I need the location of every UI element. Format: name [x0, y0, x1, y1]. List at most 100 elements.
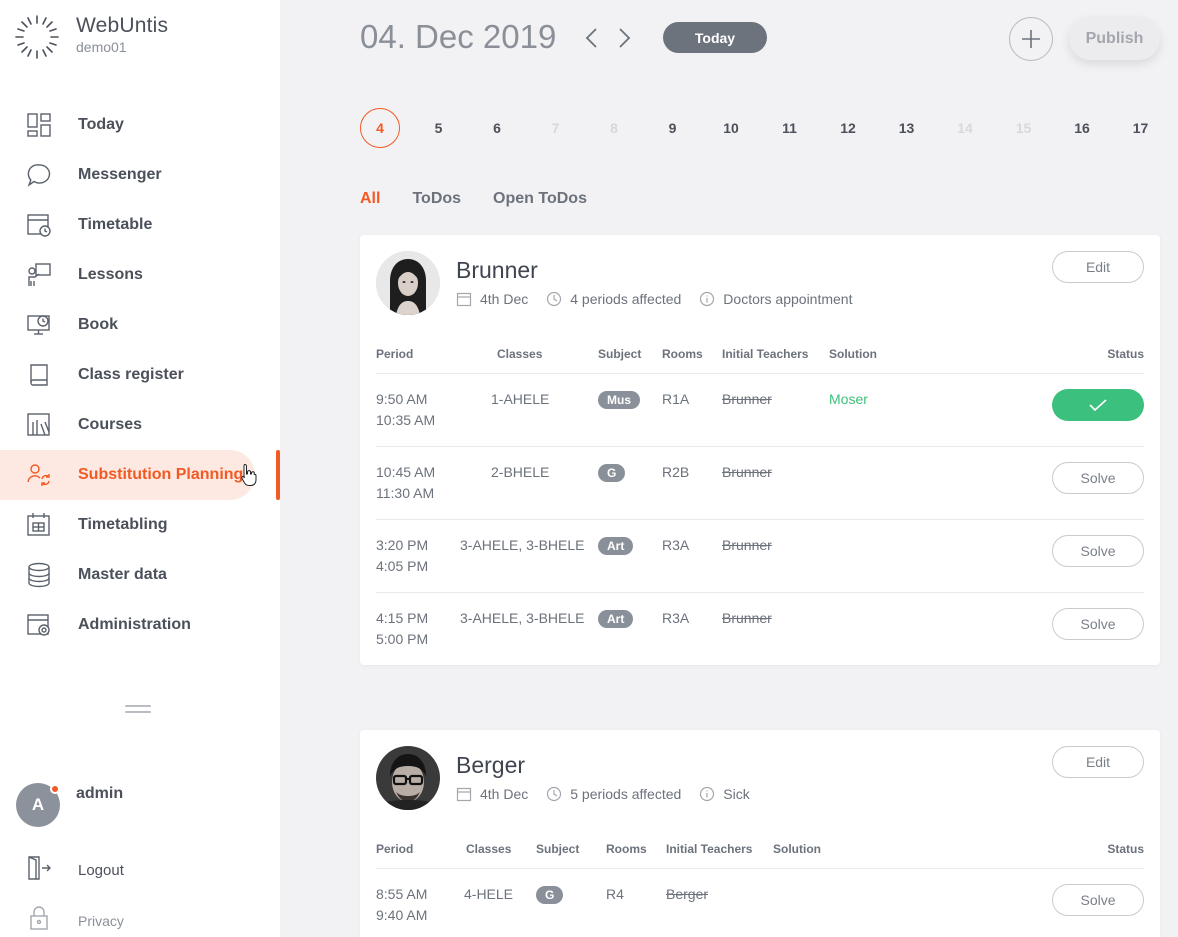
- nav-item-courses[interactable]: Courses: [0, 400, 280, 450]
- user-swap-icon: [26, 462, 52, 488]
- period-start: 9:50 AM: [376, 391, 428, 407]
- day-5[interactable]: 5: [419, 108, 459, 148]
- day-16[interactable]: 16: [1062, 108, 1102, 148]
- row-divider: [376, 592, 1144, 593]
- book-icon: [26, 362, 52, 388]
- nav-item-timetabling[interactable]: Timetabling: [0, 500, 280, 550]
- chat-bubble-icon: [26, 162, 52, 188]
- subject-badge: Art: [598, 537, 634, 555]
- tab-todos[interactable]: ToDos: [412, 190, 461, 208]
- period-start: 10:45 AM: [376, 464, 436, 480]
- checkmark-icon: [1089, 399, 1107, 412]
- chevron-right-icon[interactable]: [614, 26, 634, 50]
- absence-meta: 4th Dec 5 periods affected Sick: [456, 786, 768, 802]
- absence-reason: Sick: [723, 786, 750, 802]
- period-start: 4:15 PM: [376, 610, 429, 626]
- nav-item-book[interactable]: Book: [0, 300, 280, 350]
- nav-label: Substitution Planning: [78, 466, 244, 483]
- collapse-handle[interactable]: [125, 705, 151, 717]
- day-6[interactable]: 6: [477, 108, 517, 148]
- solved-status-button[interactable]: [1052, 389, 1144, 421]
- avatar: A: [16, 783, 60, 827]
- column-header-classes: Classes: [466, 842, 512, 856]
- lock-icon: [26, 905, 52, 936]
- nav-label: Book: [78, 316, 118, 333]
- classes-cell: 4-HELE: [464, 886, 514, 902]
- period-end: 9:40 AM: [376, 907, 428, 923]
- today-button[interactable]: Today: [663, 22, 767, 53]
- notification-dot: [50, 784, 60, 794]
- nav-item-class-register[interactable]: Class register: [0, 350, 280, 400]
- day-7[interactable]: 7: [536, 108, 576, 148]
- edit-button[interactable]: Edit: [1052, 251, 1144, 283]
- periods-affected: 4 periods affected: [570, 291, 682, 307]
- edit-button[interactable]: Edit: [1052, 746, 1144, 778]
- period-end: 5:00 PM: [376, 631, 429, 647]
- nav-label: Timetabling: [78, 516, 168, 533]
- room-cell: R4: [606, 886, 624, 902]
- nav-item-messenger[interactable]: Messenger: [0, 150, 280, 200]
- nav-item-administration[interactable]: Administration: [0, 600, 280, 650]
- absence-reason: Doctors appointment: [723, 291, 853, 307]
- solve-button[interactable]: Solve: [1052, 884, 1144, 916]
- classes-cell: 3-AHELE, 3-BHELE: [460, 537, 585, 553]
- chevron-left-icon[interactable]: [582, 26, 602, 50]
- solve-button[interactable]: Solve: [1052, 462, 1144, 494]
- nav-item-substitution-planning[interactable]: Substitution Planning: [0, 450, 280, 500]
- privacy-link[interactable]: Privacy: [26, 905, 124, 936]
- plus-icon: [1022, 30, 1040, 48]
- nav-item-today[interactable]: Today: [0, 100, 280, 150]
- classes-cell: 3-AHELE, 3-BHELE: [460, 610, 585, 626]
- hand-cursor-icon: [241, 463, 257, 486]
- room-cell: R2B: [662, 464, 690, 480]
- nav-label: Messenger: [78, 166, 162, 183]
- logout-icon: [26, 855, 52, 886]
- solve-button[interactable]: Solve: [1052, 535, 1144, 567]
- solve-button[interactable]: Solve: [1052, 608, 1144, 640]
- user-name: admin: [76, 785, 124, 802]
- column-header-initial-teachers: Initial Teachers: [722, 347, 809, 361]
- day-10[interactable]: 10: [711, 108, 751, 148]
- tab-open-todos[interactable]: Open ToDos: [493, 190, 587, 208]
- periods-affected: 5 periods affected: [570, 786, 682, 802]
- teacher-photo: [376, 746, 440, 810]
- room-cell: R3A: [662, 537, 690, 553]
- day-11[interactable]: 11: [770, 108, 810, 148]
- day-17[interactable]: 17: [1121, 108, 1161, 148]
- day-9[interactable]: 9: [653, 108, 693, 148]
- nav-label: Administration: [78, 616, 191, 633]
- brand[interactable]: WebUntis demo01: [14, 14, 168, 60]
- column-header-solution: Solution: [829, 347, 877, 361]
- period-end: 4:05 PM: [376, 558, 429, 574]
- nav-label: Class register: [78, 366, 184, 383]
- absence-card: Brunner 4th Dec 4 periods affected Docto…: [360, 235, 1160, 665]
- solution-cell[interactable]: Moser: [829, 389, 868, 410]
- logout-link[interactable]: Logout: [26, 855, 124, 886]
- day-13[interactable]: 13: [887, 108, 927, 148]
- teacher-name: Berger: [456, 752, 526, 778]
- publish-button[interactable]: Publish: [1069, 17, 1160, 60]
- nav-item-lessons[interactable]: Lessons: [0, 250, 280, 300]
- monitor-clock-icon: [26, 312, 52, 338]
- tab-all[interactable]: All: [360, 190, 380, 208]
- initial-teacher-cell: Berger: [666, 886, 709, 902]
- column-header-status: Status: [1107, 347, 1144, 361]
- absence-card: Berger 4th Dec 5 periods affected Sick E…: [360, 730, 1160, 937]
- nav-item-master-data[interactable]: Master data: [0, 550, 280, 600]
- page-title-date: 04. Dec 2019: [360, 18, 557, 55]
- nav-label: Lessons: [78, 266, 143, 283]
- day-15[interactable]: 15: [1004, 108, 1044, 148]
- day-14[interactable]: 14: [945, 108, 985, 148]
- info-icon: [700, 786, 715, 802]
- day-12[interactable]: 12: [828, 108, 868, 148]
- calendar-clock-icon: [26, 212, 52, 238]
- database-icon: [26, 562, 52, 588]
- user-profile[interactable]: A admin: [16, 783, 123, 827]
- add-button[interactable]: [1009, 17, 1053, 61]
- subject-badge: G: [598, 464, 626, 482]
- column-header-initial-teachers: Initial Teachers: [666, 842, 753, 856]
- subject-badge: Art: [598, 610, 634, 628]
- nav-item-timetable[interactable]: Timetable: [0, 200, 280, 250]
- day-4[interactable]: 4: [360, 108, 400, 148]
- day-8[interactable]: 8: [594, 108, 634, 148]
